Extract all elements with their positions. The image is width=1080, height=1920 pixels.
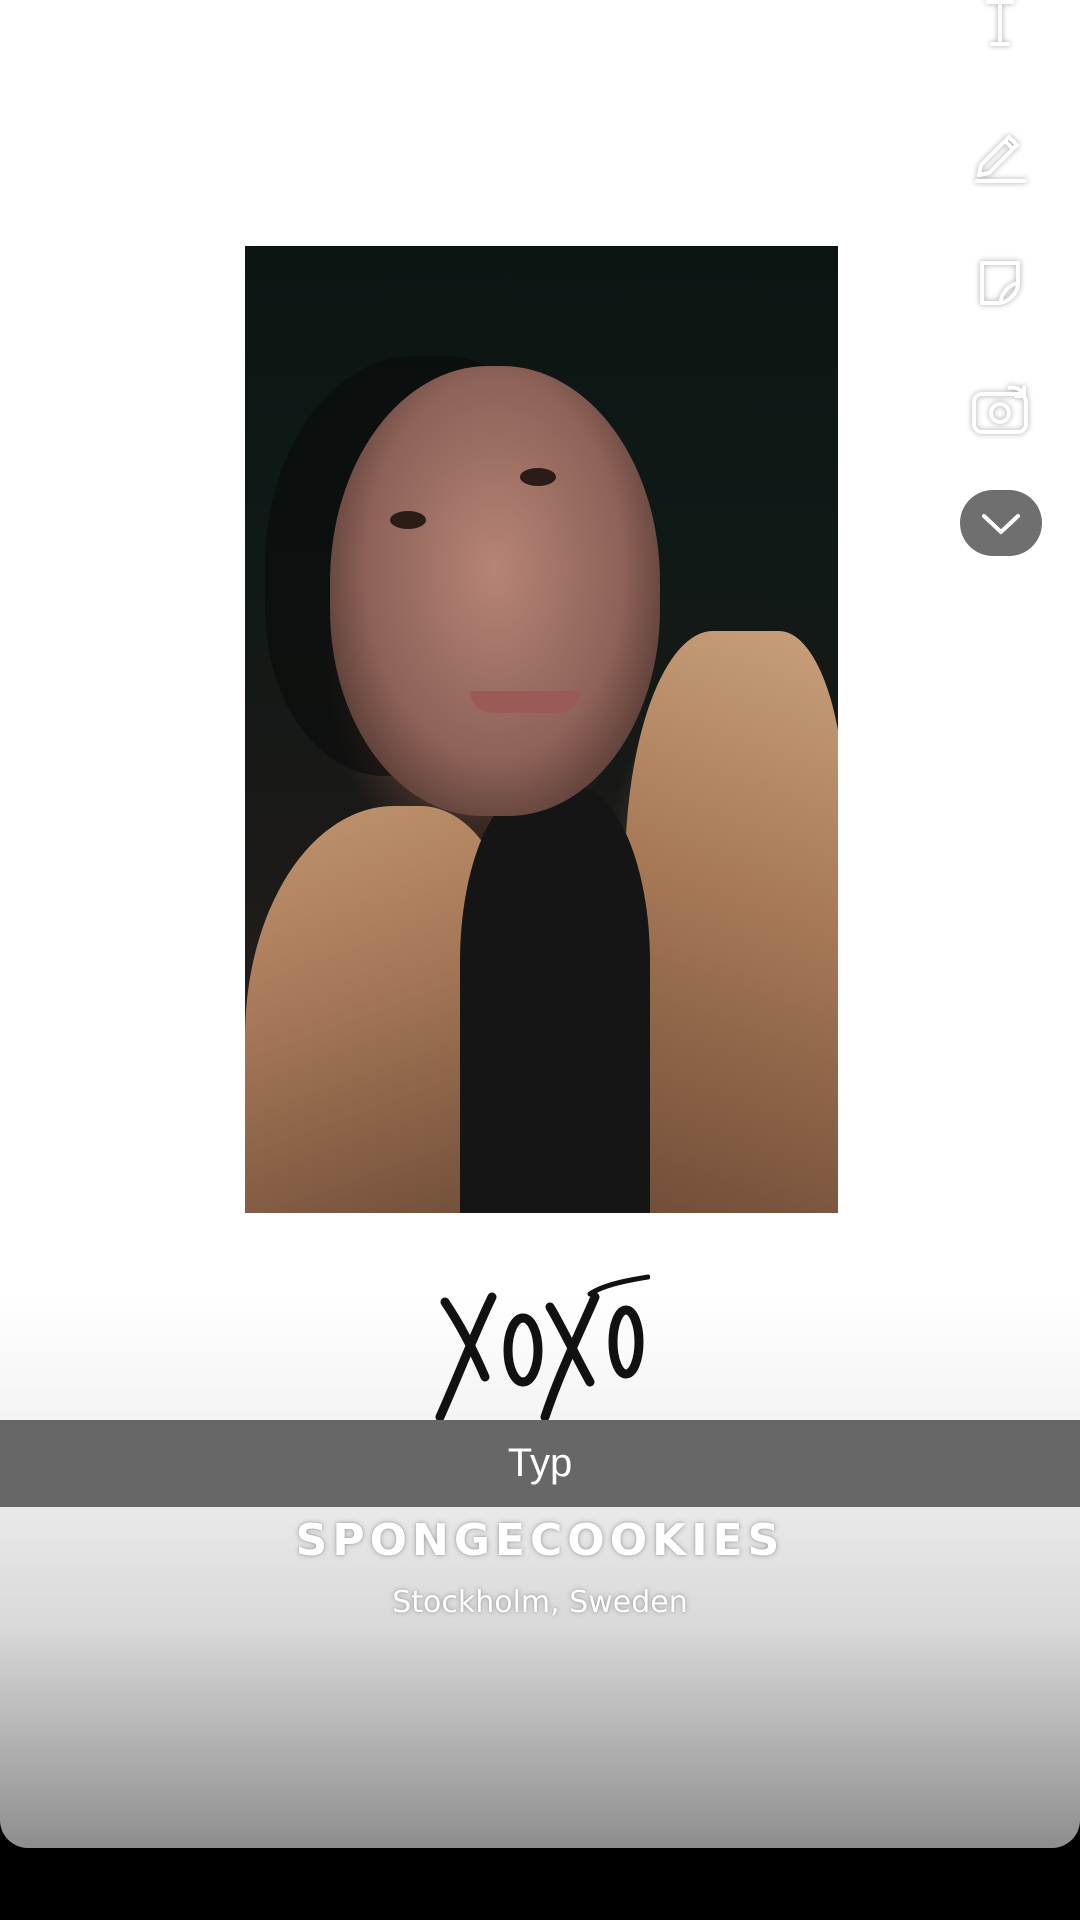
face	[330, 366, 660, 816]
chevron-down-icon	[982, 514, 1020, 534]
left-eye	[390, 511, 426, 529]
mouth	[470, 691, 580, 713]
dark-top	[460, 786, 650, 1213]
captured-photo	[245, 246, 838, 1213]
flip-camera-icon[interactable]	[962, 372, 1038, 448]
snap-editor-canvas: Typ SPONGECOOKIES Stockholm, Sweden	[0, 0, 1080, 1848]
chevron-down-button[interactable]	[960, 490, 1042, 556]
right-eye	[520, 468, 556, 486]
scarf-right	[625, 631, 838, 1213]
text-tool-icon[interactable]	[962, 0, 1038, 62]
caption-text[interactable]: Typ	[508, 1441, 572, 1486]
caption-bar[interactable]: Typ	[0, 1420, 1080, 1507]
sticker-icon[interactable]	[962, 243, 1038, 319]
username-label: SPONGECOOKIES	[295, 1515, 785, 1566]
pencil-icon[interactable]	[962, 114, 1038, 190]
location-label: Stockholm, Sweden	[392, 1585, 688, 1620]
xoxo-sticker[interactable]	[430, 1272, 650, 1422]
